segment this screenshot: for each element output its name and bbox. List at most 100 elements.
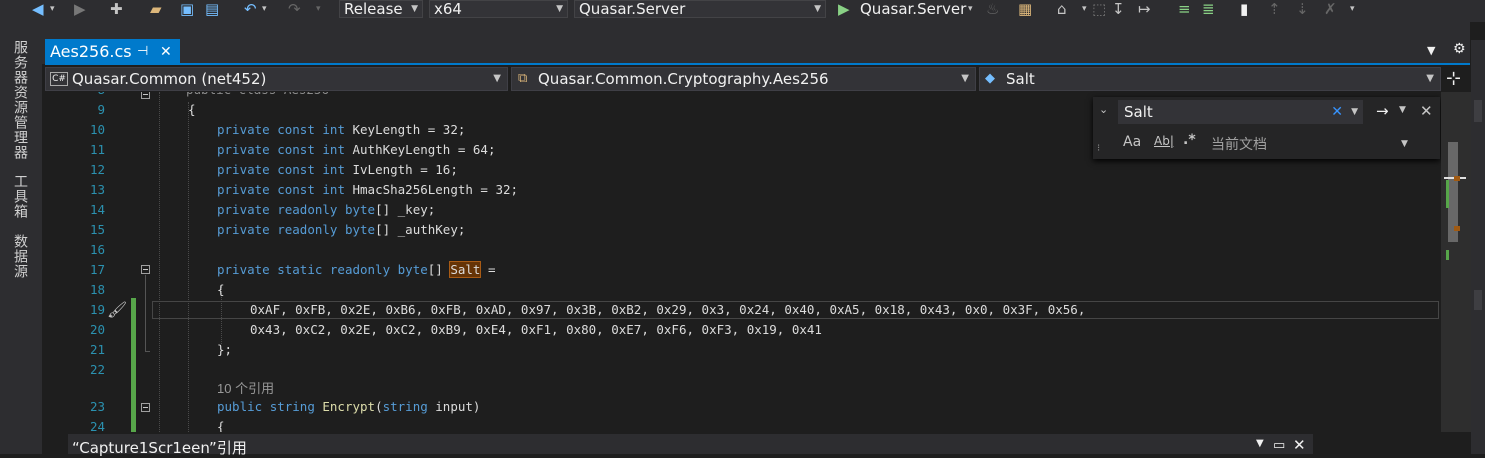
resize-grip-icon[interactable]: ⁝ [1097, 143, 1100, 154]
new-item-icon[interactable]: ✚ [110, 0, 123, 18]
toolbar-overflow-icon[interactable]: ▾ [1350, 0, 1355, 18]
keyword: private [217, 202, 270, 217]
find-next-icon[interactable]: → [1376, 102, 1389, 120]
platform-combo[interactable]: x64 ▼ [429, 0, 568, 18]
keyword: int [322, 142, 345, 157]
back-dropdown-icon[interactable]: ▾ [50, 0, 55, 18]
find-in-files-icon[interactable]: ▦ [1018, 0, 1032, 18]
find-input[interactable]: Salt ✕ ▼ [1118, 100, 1363, 124]
code-text: AuthKeyLength = 64; [344, 142, 496, 157]
find-input-value: Salt [1124, 103, 1153, 121]
history-dropdown-icon[interactable]: ▼ [1351, 100, 1358, 124]
code-line: 0x43, 0xC2, 0x2E, 0xC2, 0xB9, 0xE4, 0xF1… [250, 322, 822, 337]
fold-toggle[interactable] [141, 265, 150, 274]
line-number: 15 [89, 222, 105, 237]
line-number: 8 [67, 92, 105, 100]
pin-icon[interactable]: ⊣ [137, 39, 148, 65]
code-text: IvLength = 16; [344, 162, 458, 177]
keyword: readonly [329, 262, 391, 277]
forward-icon[interactable]: ▶ [74, 0, 86, 18]
document-tab-strip: Aes256.cs ⊣ ✕ ▼ ⚙ [42, 22, 1470, 65]
code-line: private readonly byte[] _key; [217, 200, 435, 220]
dock-tab-toolbox[interactable]: 工具箱 [12, 174, 30, 219]
home-dropdown-icon[interactable]: ▾ [1082, 0, 1087, 18]
solution-config-combo[interactable]: Release ▼ [339, 0, 423, 18]
close-icon[interactable]: ✕ [1293, 436, 1306, 454]
code-line: { [217, 419, 225, 432]
dock-tab[interactable] [1474, 100, 1482, 122]
field-icon: ◆ [985, 71, 995, 86]
uncomment-icon[interactable]: ≣ [1202, 0, 1215, 18]
dock-tab-data-sources[interactable]: 数据源 [12, 234, 30, 279]
gear-icon[interactable]: ⚙ [1453, 41, 1466, 57]
tab-underline [45, 63, 1470, 65]
redo-dropdown-icon[interactable]: ▾ [316, 0, 321, 18]
regex-icon[interactable]: .* [1183, 132, 1196, 148]
step-icon[interactable]: ⬚ [1092, 0, 1106, 18]
startup-project-combo[interactable]: Quasar.Server ▼ [574, 0, 826, 18]
startup-project-value: Quasar.Server [579, 0, 686, 18]
tab-list-dropdown-icon[interactable]: ▼ [1427, 44, 1435, 57]
member-dropdown[interactable]: ◆ Salt ▼ [979, 67, 1441, 91]
back-icon[interactable]: ◀ [32, 0, 44, 18]
keyword: byte [397, 262, 428, 277]
keyword: readonly [277, 222, 338, 237]
search-match-marker [1454, 176, 1460, 181]
whole-word-icon[interactable]: Ab| [1154, 134, 1174, 148]
open-folder-icon[interactable]: ▰ [150, 0, 162, 18]
step-into-icon[interactable]: ↧ [1112, 0, 1125, 18]
line-number: 12 [89, 162, 105, 177]
line-number: 10 [89, 122, 105, 137]
clear-icon[interactable]: ✕ [1331, 100, 1343, 124]
panel-dropdown-icon[interactable]: ▼ [1256, 438, 1264, 449]
find-next-dropdown-icon[interactable]: ▼ [1399, 105, 1406, 115]
line-number: 20 [89, 322, 105, 337]
chevron-down-icon: ▼ [814, 4, 821, 14]
fold-toggle[interactable] [141, 92, 150, 99]
hot-reload-icon[interactable]: ♨ [986, 0, 999, 18]
maximize-icon[interactable]: ▭ [1273, 438, 1285, 453]
project-dropdown[interactable]: C# Quasar.Common (net452) ▼ [45, 67, 508, 91]
code-line: { [217, 282, 225, 297]
home-icon[interactable]: ⌂ [1057, 0, 1067, 18]
codelens-references[interactable]: 10 个引用 [217, 379, 274, 399]
bookmark-icon[interactable]: ▮ [1240, 0, 1248, 18]
save-all-icon[interactable]: ▤ [205, 0, 219, 18]
start-debug-icon[interactable]: ▶ [838, 0, 850, 18]
chevron-down-icon[interactable]: ▼ [1401, 139, 1408, 149]
run-target-label[interactable]: Quasar.Server [860, 0, 966, 18]
comment-icon[interactable]: ≡ [1178, 0, 1191, 18]
indent-guide [159, 92, 160, 432]
undo-dropdown-icon[interactable]: ▾ [262, 0, 267, 18]
keyword: private [217, 222, 270, 237]
run-dropdown-icon[interactable]: ▾ [968, 0, 973, 18]
type-dropdown[interactable]: ⧉ Quasar.Common.Cryptography.Aes256 ▼ [511, 67, 976, 91]
dock-tab-server-explorer[interactable]: 服务器资源管理器 [12, 40, 30, 160]
dock-tab[interactable] [1474, 290, 1482, 310]
left-dock: 服务器资源管理器 工具箱 数据源 [0, 22, 42, 454]
keyword: byte [344, 222, 376, 237]
tab-aes256[interactable]: Aes256.cs ⊣ ✕ [45, 39, 180, 65]
keyword: int [322, 122, 345, 137]
redo-icon[interactable]: ↷ [288, 0, 301, 18]
close-icon[interactable]: ✕ [1420, 102, 1433, 120]
keyword: const [277, 182, 315, 197]
step-over-icon[interactable]: ↦ [1138, 0, 1151, 18]
match-case-icon[interactable]: Aa [1123, 134, 1141, 150]
change-marker [1446, 250, 1449, 260]
split-editor-icon[interactable]: ⊹ [1446, 68, 1461, 89]
clear-bookmarks-icon[interactable]: ✗ [1324, 0, 1337, 18]
save-icon[interactable]: ▣ [180, 0, 194, 18]
undo-icon[interactable]: ↶ [244, 0, 257, 18]
vertical-scrollbar[interactable] [1441, 92, 1471, 432]
toggle-replace-icon[interactable]: ⌄ [1099, 103, 1108, 116]
line-number: 19 [89, 302, 105, 317]
type-name: Quasar.Common.Cryptography.Aes256 [538, 70, 829, 88]
next-bookmark-icon[interactable]: ⇣ [1296, 0, 1309, 18]
search-scope-value[interactable]: 当前文档 [1211, 134, 1267, 154]
prev-bookmark-icon[interactable]: ⇡ [1268, 0, 1281, 18]
keyword: private [217, 182, 270, 197]
quick-actions-icon[interactable]: 🖌 [107, 300, 127, 319]
close-icon[interactable]: ✕ [160, 39, 172, 65]
fold-toggle[interactable] [141, 403, 150, 412]
